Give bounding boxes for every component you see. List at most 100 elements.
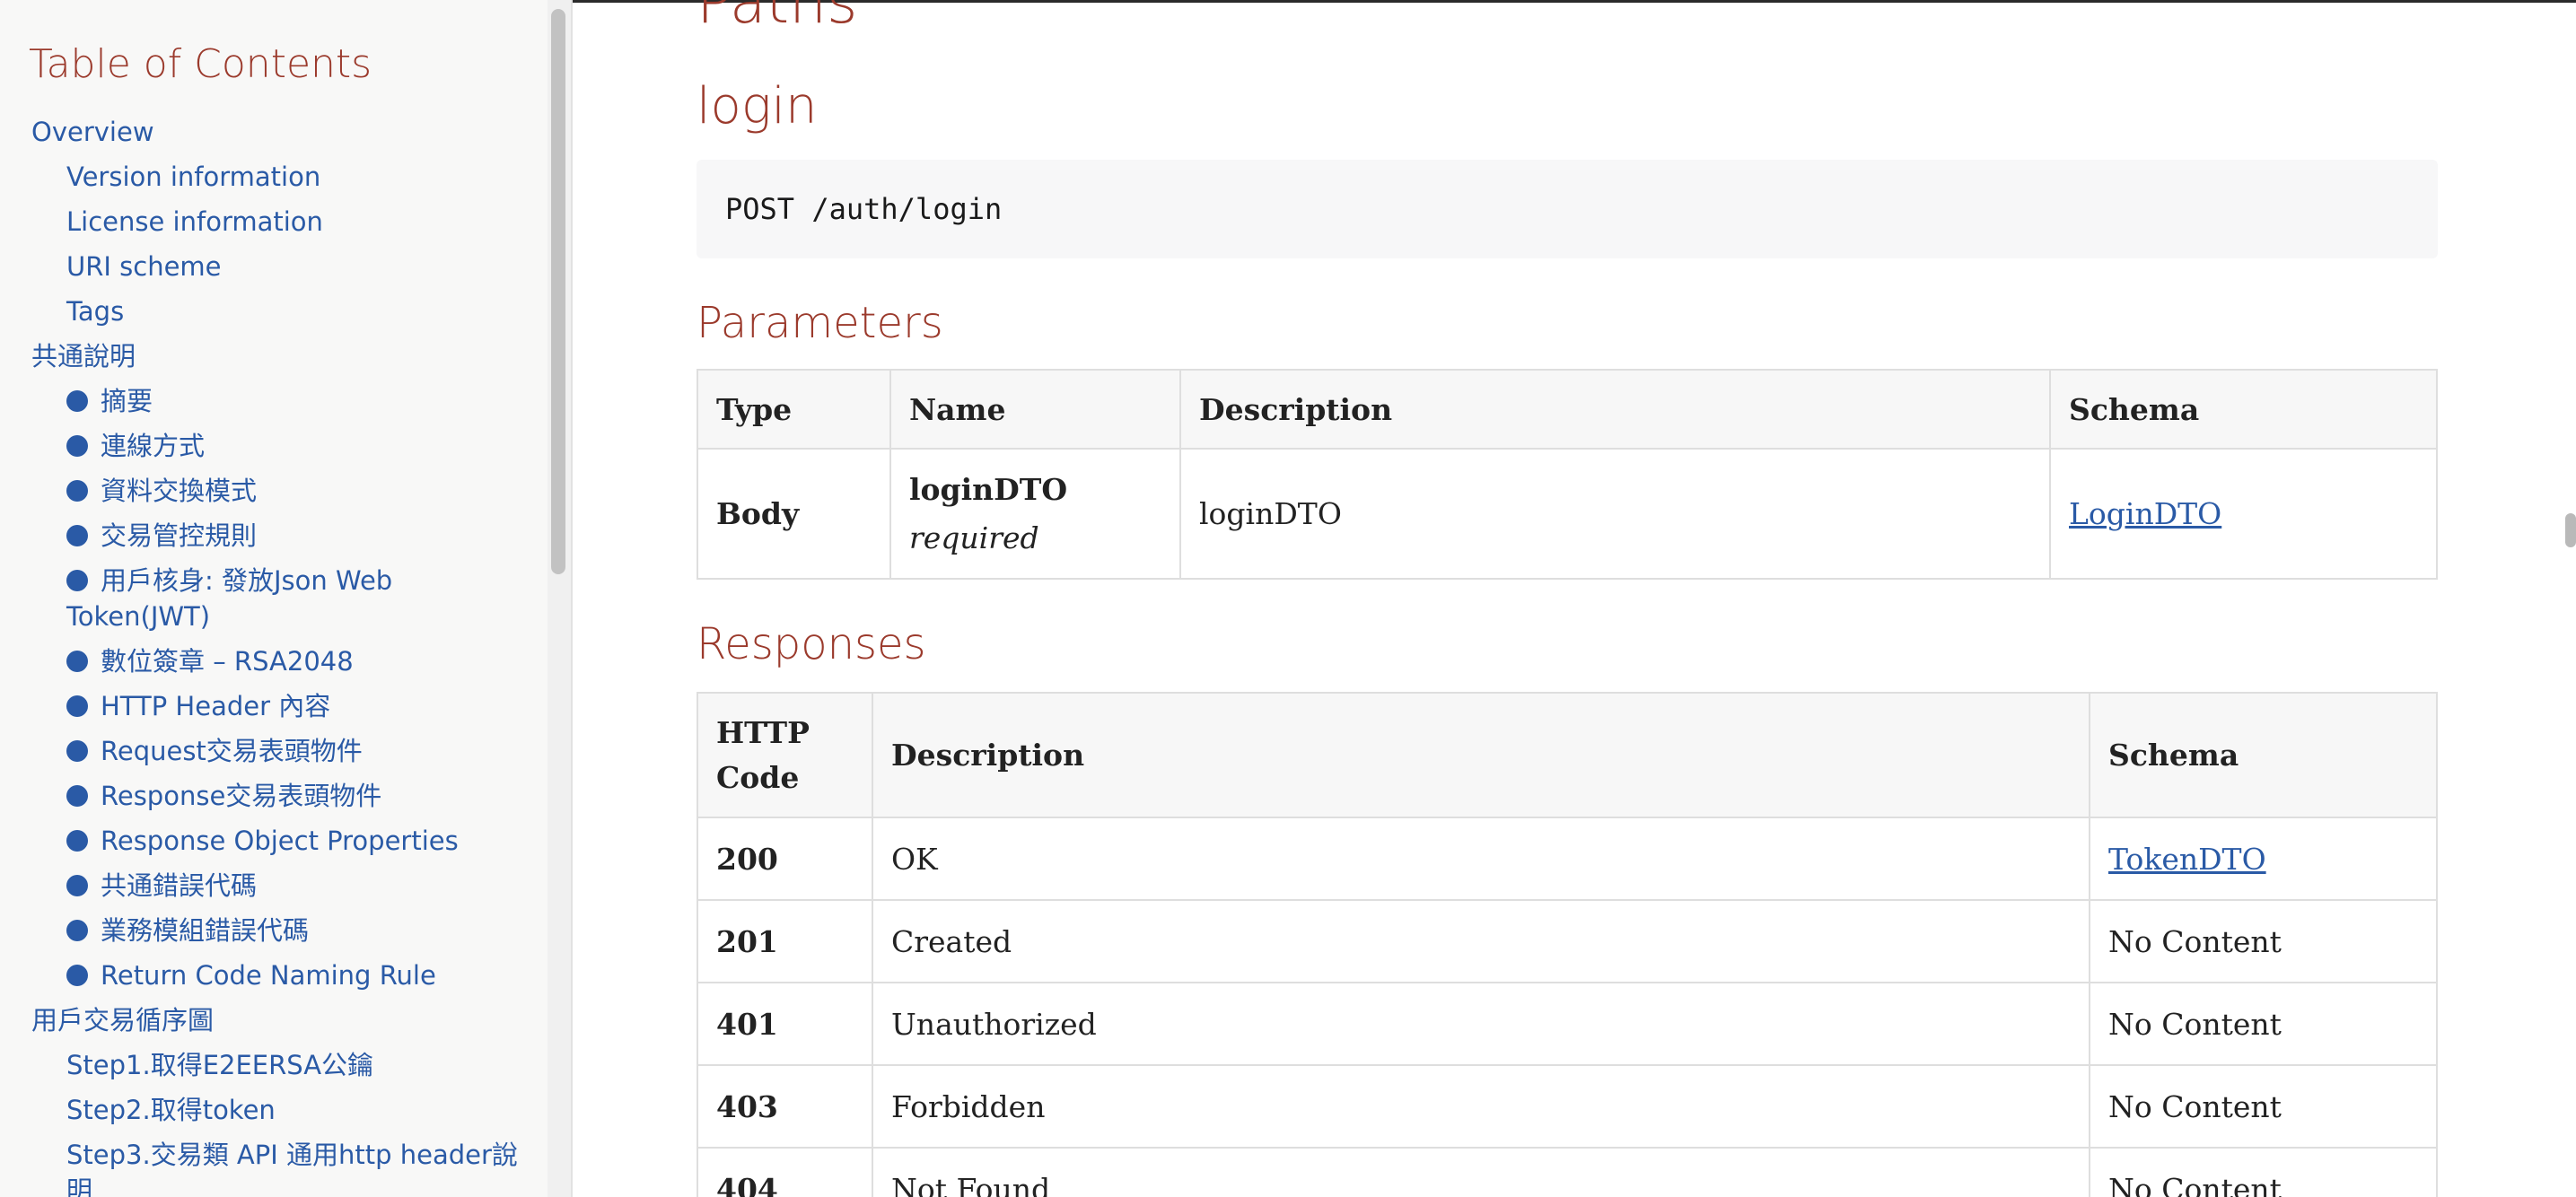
toc-item[interactable]: 數位簽章 – RSA2048 — [0, 639, 539, 684]
toc-item[interactable]: Step3.交易類 API 通用http header說明 — [0, 1132, 539, 1197]
response-code: 403 — [697, 1064, 873, 1149]
toc-item-label: Tags — [66, 296, 125, 327]
toc-item[interactable]: 用戶交易循序圖 — [0, 998, 539, 1043]
table-row: 401 Unauthorized No Content — [697, 982, 2438, 1066]
toc-item[interactable]: 共通說明 — [0, 334, 539, 379]
toc-item-label: 共通說明 — [31, 341, 136, 371]
toc-item-label: Step1.取得E2EERSA公鑰 — [66, 1050, 374, 1080]
toc-sidebar: Table of Contents Overview Version inform… — [0, 0, 548, 1197]
parameters-header-description: Description — [1179, 369, 2051, 450]
response-schema-cell: No Content — [2089, 982, 2438, 1066]
parameters-header-type: Type — [697, 369, 891, 450]
param-description: loginDTO — [1179, 448, 2051, 580]
toc-item-label: 數位簽章 – RSA2048 — [101, 646, 354, 677]
section-title-paths: Paths — [697, 0, 858, 37]
toc-item[interactable]: Overview — [0, 109, 539, 154]
responses-header-code: HTTP Code — [697, 692, 873, 818]
responses-header-description: Description — [872, 692, 2090, 818]
param-name: loginDTO — [909, 471, 1068, 507]
bullet-icon — [66, 695, 88, 717]
bullet-icon — [66, 920, 88, 941]
toc-item[interactable]: Response交易表頭物件 — [0, 773, 539, 818]
toc-item[interactable]: 用戶核身: 發放Json Web Token(JWT) — [0, 558, 539, 639]
bullet-icon — [66, 651, 88, 672]
response-schema-cell: No Content — [2089, 1064, 2438, 1149]
response-description: Unauthorized — [872, 982, 2090, 1066]
toc-item[interactable]: HTTP Header 內容 — [0, 684, 539, 729]
toc-item[interactable]: Step1.取得E2EERSA公鑰 — [0, 1043, 539, 1088]
toc-list: Overview Version information License infor… — [0, 109, 539, 1197]
responses-table: HTTP Code Description Schema 200 OK TokenD… — [697, 692, 2438, 1197]
toc-item-label: 交易管控規則 — [101, 520, 258, 551]
toc-item[interactable]: Version information — [0, 154, 539, 199]
toc-item-label: 摘要 — [101, 386, 153, 416]
bullet-icon — [66, 435, 88, 457]
toc-item[interactable]: 資料交換模式 — [0, 468, 539, 513]
response-schema: No Content — [2108, 1088, 2282, 1124]
table-row: 403 Forbidden No Content — [697, 1064, 2438, 1149]
toc-item[interactable]: 共通錯誤代碼 — [0, 863, 539, 908]
toc-item[interactable]: Return Code Naming Rule — [0, 953, 539, 998]
param-schema-link[interactable]: LoginDTO — [2069, 496, 2221, 531]
toc-item-label: Request交易表頭物件 — [101, 736, 363, 766]
responses-body: 200 OK TokenDTO 201 Created No Content 401 Unau… — [697, 817, 2438, 1197]
param-schema-cell: LoginDTO — [2049, 448, 2438, 580]
response-schema: No Content — [2108, 1006, 2282, 1042]
response-schema-cell: TokenDTO — [2089, 817, 2438, 901]
toc-item-label: URI scheme — [66, 251, 222, 282]
toc-item[interactable]: 連線方式 — [0, 424, 539, 468]
response-schema: No Content — [2108, 1171, 2282, 1197]
toc-item-label: Overview — [31, 117, 154, 147]
toc-item[interactable]: Response Object Properties — [0, 818, 539, 863]
page-scrollbar-thumb[interactable] — [2565, 513, 2576, 547]
toc-item[interactable]: License information — [0, 199, 539, 244]
main-content: Paths login POST /auth/login Parameters … — [573, 0, 2556, 1197]
param-name-cell: loginDTO required — [889, 448, 1181, 580]
toc-item[interactable]: Request交易表頭物件 — [0, 729, 539, 773]
sidebar-scrollbar-thumb[interactable] — [551, 9, 565, 574]
toc-item-label: 用戶交易循序圖 — [31, 1005, 215, 1035]
parameters-header-name: Name — [889, 369, 1181, 450]
toc-item[interactable]: URI scheme — [0, 244, 539, 289]
parameters-heading: Parameters — [697, 298, 943, 348]
bullet-icon — [66, 480, 88, 502]
response-schema-link[interactable]: TokenDTO — [2108, 842, 2266, 877]
parameters-table: Type Name Description Schema Body loginD… — [697, 369, 2438, 580]
response-schema: No Content — [2108, 923, 2282, 959]
toc-item-label: Step2.取得token — [66, 1095, 276, 1125]
toc-item[interactable]: Tags — [0, 289, 539, 334]
toc-title: Table of Contents — [29, 41, 372, 87]
response-code: 401 — [697, 982, 873, 1066]
endpoint-title: login — [697, 77, 818, 135]
toc-item[interactable]: 交易管控規則 — [0, 513, 539, 558]
toc-item-label: Return Code Naming Rule — [101, 960, 436, 991]
toc-item-label: Response Object Properties — [101, 826, 459, 856]
response-description: OK — [872, 817, 2090, 901]
table-row: 201 Created No Content — [697, 899, 2438, 983]
bullet-icon — [66, 740, 88, 762]
parameters-header-schema: Schema — [2049, 369, 2438, 450]
toc-item-label: 用戶核身: 發放Json Web Token(JWT) — [66, 565, 393, 632]
bullet-icon — [66, 875, 88, 896]
response-code: 200 — [697, 817, 873, 901]
table-row: 404 Not Found No Content — [697, 1147, 2438, 1197]
bullet-icon — [66, 965, 88, 986]
response-description: Not Found — [872, 1147, 2090, 1197]
endpoint-code-block: POST /auth/login — [697, 160, 2438, 258]
responses-header-schema: Schema — [2089, 692, 2438, 818]
parameters-header-row: Type Name Description Schema — [697, 369, 2438, 450]
responses-header-code-label: HTTP Code — [716, 714, 810, 795]
toc-item-label: Response交易表頭物件 — [101, 781, 382, 811]
toc-item-label: Step3.交易類 API 通用http header說明 — [66, 1140, 518, 1197]
toc-item[interactable]: 業務模組錯誤代碼 — [0, 908, 539, 953]
bullet-icon — [66, 525, 88, 546]
toc-item-label: 連線方式 — [101, 431, 206, 461]
response-schema-cell: No Content — [2089, 899, 2438, 983]
bullet-icon — [66, 785, 88, 807]
toc-item-label: 共通錯誤代碼 — [101, 870, 258, 901]
toc-item-label: Version information — [66, 162, 321, 192]
toc-item[interactable]: 摘要 — [0, 379, 539, 424]
toc-item[interactable]: Step2.取得token — [0, 1088, 539, 1132]
param-type: Body — [697, 448, 891, 580]
endpoint-code: POST /auth/login — [725, 192, 1003, 226]
